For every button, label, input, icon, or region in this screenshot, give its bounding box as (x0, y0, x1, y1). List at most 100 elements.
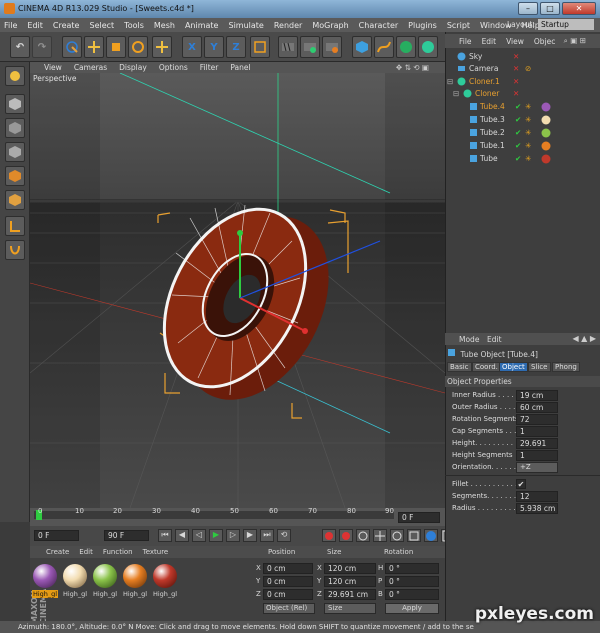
rotate-tool-icon[interactable] (128, 36, 148, 58)
parameter-key-icon[interactable] (424, 529, 438, 542)
next-key-icon[interactable]: ▶ (243, 529, 257, 542)
coordinate-system-icon[interactable] (250, 36, 270, 58)
inner-radius-field[interactable]: 19 cm (516, 390, 558, 401)
menu-character[interactable]: Character (359, 21, 399, 30)
coordinate-mode-dropdown[interactable]: Object (Rel) (263, 603, 315, 614)
scale-key-icon[interactable] (407, 529, 421, 542)
orientation-dropdown[interactable]: +Z (516, 462, 558, 473)
collapse-icon[interactable]: ⊟ (447, 77, 453, 86)
size-x-field[interactable]: 120 cm (324, 563, 376, 574)
end-frame-field[interactable]: 90 F (104, 530, 149, 541)
viewport-menu-options[interactable]: Options (159, 63, 188, 72)
close-button[interactable]: ✕ (562, 2, 596, 15)
menu-select[interactable]: Select (89, 21, 114, 30)
material-menu-edit[interactable]: Edit (79, 548, 93, 556)
snap-icon[interactable] (5, 240, 25, 260)
undo-icon[interactable]: ↶ (10, 36, 30, 58)
points-mode-icon[interactable] (5, 142, 25, 162)
loop-icon[interactable]: ⟲ (277, 529, 291, 542)
material-swatch[interactable]: High_gl (32, 564, 58, 598)
tab-object[interactable]: Object (499, 362, 528, 372)
previous-frame-icon[interactable]: ◁ (192, 529, 206, 542)
tab-slice[interactable]: Slice (528, 362, 551, 372)
layout-dropdown[interactable]: Startup (538, 19, 594, 30)
material-tag-icon[interactable] (541, 115, 551, 127)
object-row-sky[interactable]: Sky ✕ (445, 51, 600, 63)
menu-simulate[interactable]: Simulate (228, 21, 263, 30)
position-y-field[interactable]: 0 cm (263, 576, 313, 587)
menu-animate[interactable]: Animate (185, 21, 219, 30)
camera-tag-icon[interactable]: ⊘ (525, 64, 531, 73)
checkmark-icon[interactable]: ✔ (515, 102, 521, 111)
object-menu-file[interactable]: File (459, 37, 472, 46)
checkmark-icon[interactable]: ✔ (515, 128, 521, 137)
menu-edit[interactable]: Edit (27, 21, 43, 30)
y-axis-lock-button[interactable]: Y (204, 36, 224, 58)
play-icon[interactable]: ▶ (209, 529, 223, 542)
edges-mode-icon[interactable] (5, 166, 25, 186)
viewport-menu-filter[interactable]: Filter (200, 63, 219, 72)
material-swatch[interactable]: High_gl (62, 564, 88, 598)
tab-coord[interactable]: Coord. (472, 362, 501, 372)
menu-create[interactable]: Create (53, 21, 80, 30)
current-frame-field[interactable]: 0 F (398, 512, 440, 523)
attribute-menu-edit[interactable]: Edit (487, 335, 502, 344)
size-y-field[interactable]: 120 cm (324, 576, 376, 587)
menu-script[interactable]: Script (447, 21, 470, 30)
cube-object-icon[interactable] (352, 36, 372, 58)
z-axis-lock-button[interactable]: Z (226, 36, 246, 58)
fillet-segments-field[interactable]: 12 (516, 491, 558, 502)
autokey-icon[interactable] (339, 529, 353, 542)
object-row-tube-4[interactable]: Tube.4 ✔ ✳ (445, 101, 600, 113)
material-menu-function[interactable]: Function (103, 548, 133, 556)
checkmark-icon[interactable]: ✔ (515, 154, 521, 163)
x-axis-lock-button[interactable]: X (182, 36, 202, 58)
minimize-button[interactable]: – (518, 2, 538, 15)
visibility-toggle-icon[interactable]: ✕ (513, 77, 519, 86)
material-menu-create[interactable]: Create (46, 548, 69, 556)
render-settings-icon[interactable] (322, 36, 342, 58)
phong-tag-icon[interactable]: ✳ (525, 128, 531, 137)
axis-mode-icon[interactable] (5, 216, 25, 236)
apply-button[interactable]: Apply (385, 603, 439, 614)
size-z-field[interactable]: 29.691 cm (324, 589, 376, 600)
object-row-tube-1[interactable]: Tube.1 ✔ ✳ (445, 140, 600, 152)
cap-segments-field[interactable]: 1 (516, 426, 558, 437)
phong-tag-icon[interactable]: ✳ (525, 154, 531, 163)
menu-mesh[interactable]: Mesh (154, 21, 175, 30)
menu-tools[interactable]: Tools (124, 21, 144, 30)
phong-tag-icon[interactable]: ✳ (525, 115, 531, 124)
next-frame-icon[interactable]: ▷ (226, 529, 240, 542)
tab-phong[interactable]: Phong (552, 362, 580, 372)
height-segments-field[interactable]: 1 (516, 450, 558, 461)
menu-plugins[interactable]: Plugins (408, 21, 437, 30)
size-mode-dropdown[interactable]: Size (324, 603, 376, 614)
height-field[interactable]: 29.691 cm (516, 438, 558, 457)
scale-tool-icon[interactable] (106, 36, 126, 58)
go-to-end-icon[interactable]: ⏭ (260, 529, 274, 542)
rotation-p-field[interactable]: 0 ° (385, 576, 439, 587)
object-menu-edit[interactable]: Edit (482, 37, 497, 46)
attribute-nav-icons[interactable]: ◀ ▲ ▶ (572, 334, 596, 343)
keyframe-selection-icon[interactable] (356, 529, 370, 542)
rotation-segments-field[interactable]: 72 (516, 414, 558, 425)
checkmark-icon[interactable]: ✔ (515, 115, 521, 124)
texture-mode-icon[interactable] (5, 118, 25, 138)
viewport-menu-display[interactable]: Display (119, 63, 147, 72)
menu-file[interactable]: File (4, 21, 17, 30)
fillet-checkbox[interactable]: ✔ (516, 479, 526, 489)
object-row-cloner-1[interactable]: ⊟ Cloner.1 ✕ (445, 76, 600, 88)
object-menu-view[interactable]: View (506, 37, 524, 46)
attribute-menu-mode[interactable]: Mode (459, 335, 479, 344)
object-manager-tools-icons[interactable]: ⌕ ▣ ⊞ (564, 36, 586, 46)
phong-tag-icon[interactable]: ✳ (525, 102, 531, 111)
tab-basic[interactable]: Basic (447, 362, 472, 372)
nurbs-icon[interactable] (396, 36, 416, 58)
position-z-field[interactable]: 0 cm (263, 589, 313, 600)
live-selection-icon[interactable] (62, 36, 82, 58)
material-swatch[interactable]: High_gl (152, 564, 178, 598)
model-mode-icon[interactable] (5, 94, 25, 114)
make-editable-icon[interactable] (5, 66, 25, 86)
object-row-cloner[interactable]: ⊟ Cloner ✕ (445, 88, 600, 100)
outer-radius-field[interactable]: 60 cm (516, 402, 558, 413)
